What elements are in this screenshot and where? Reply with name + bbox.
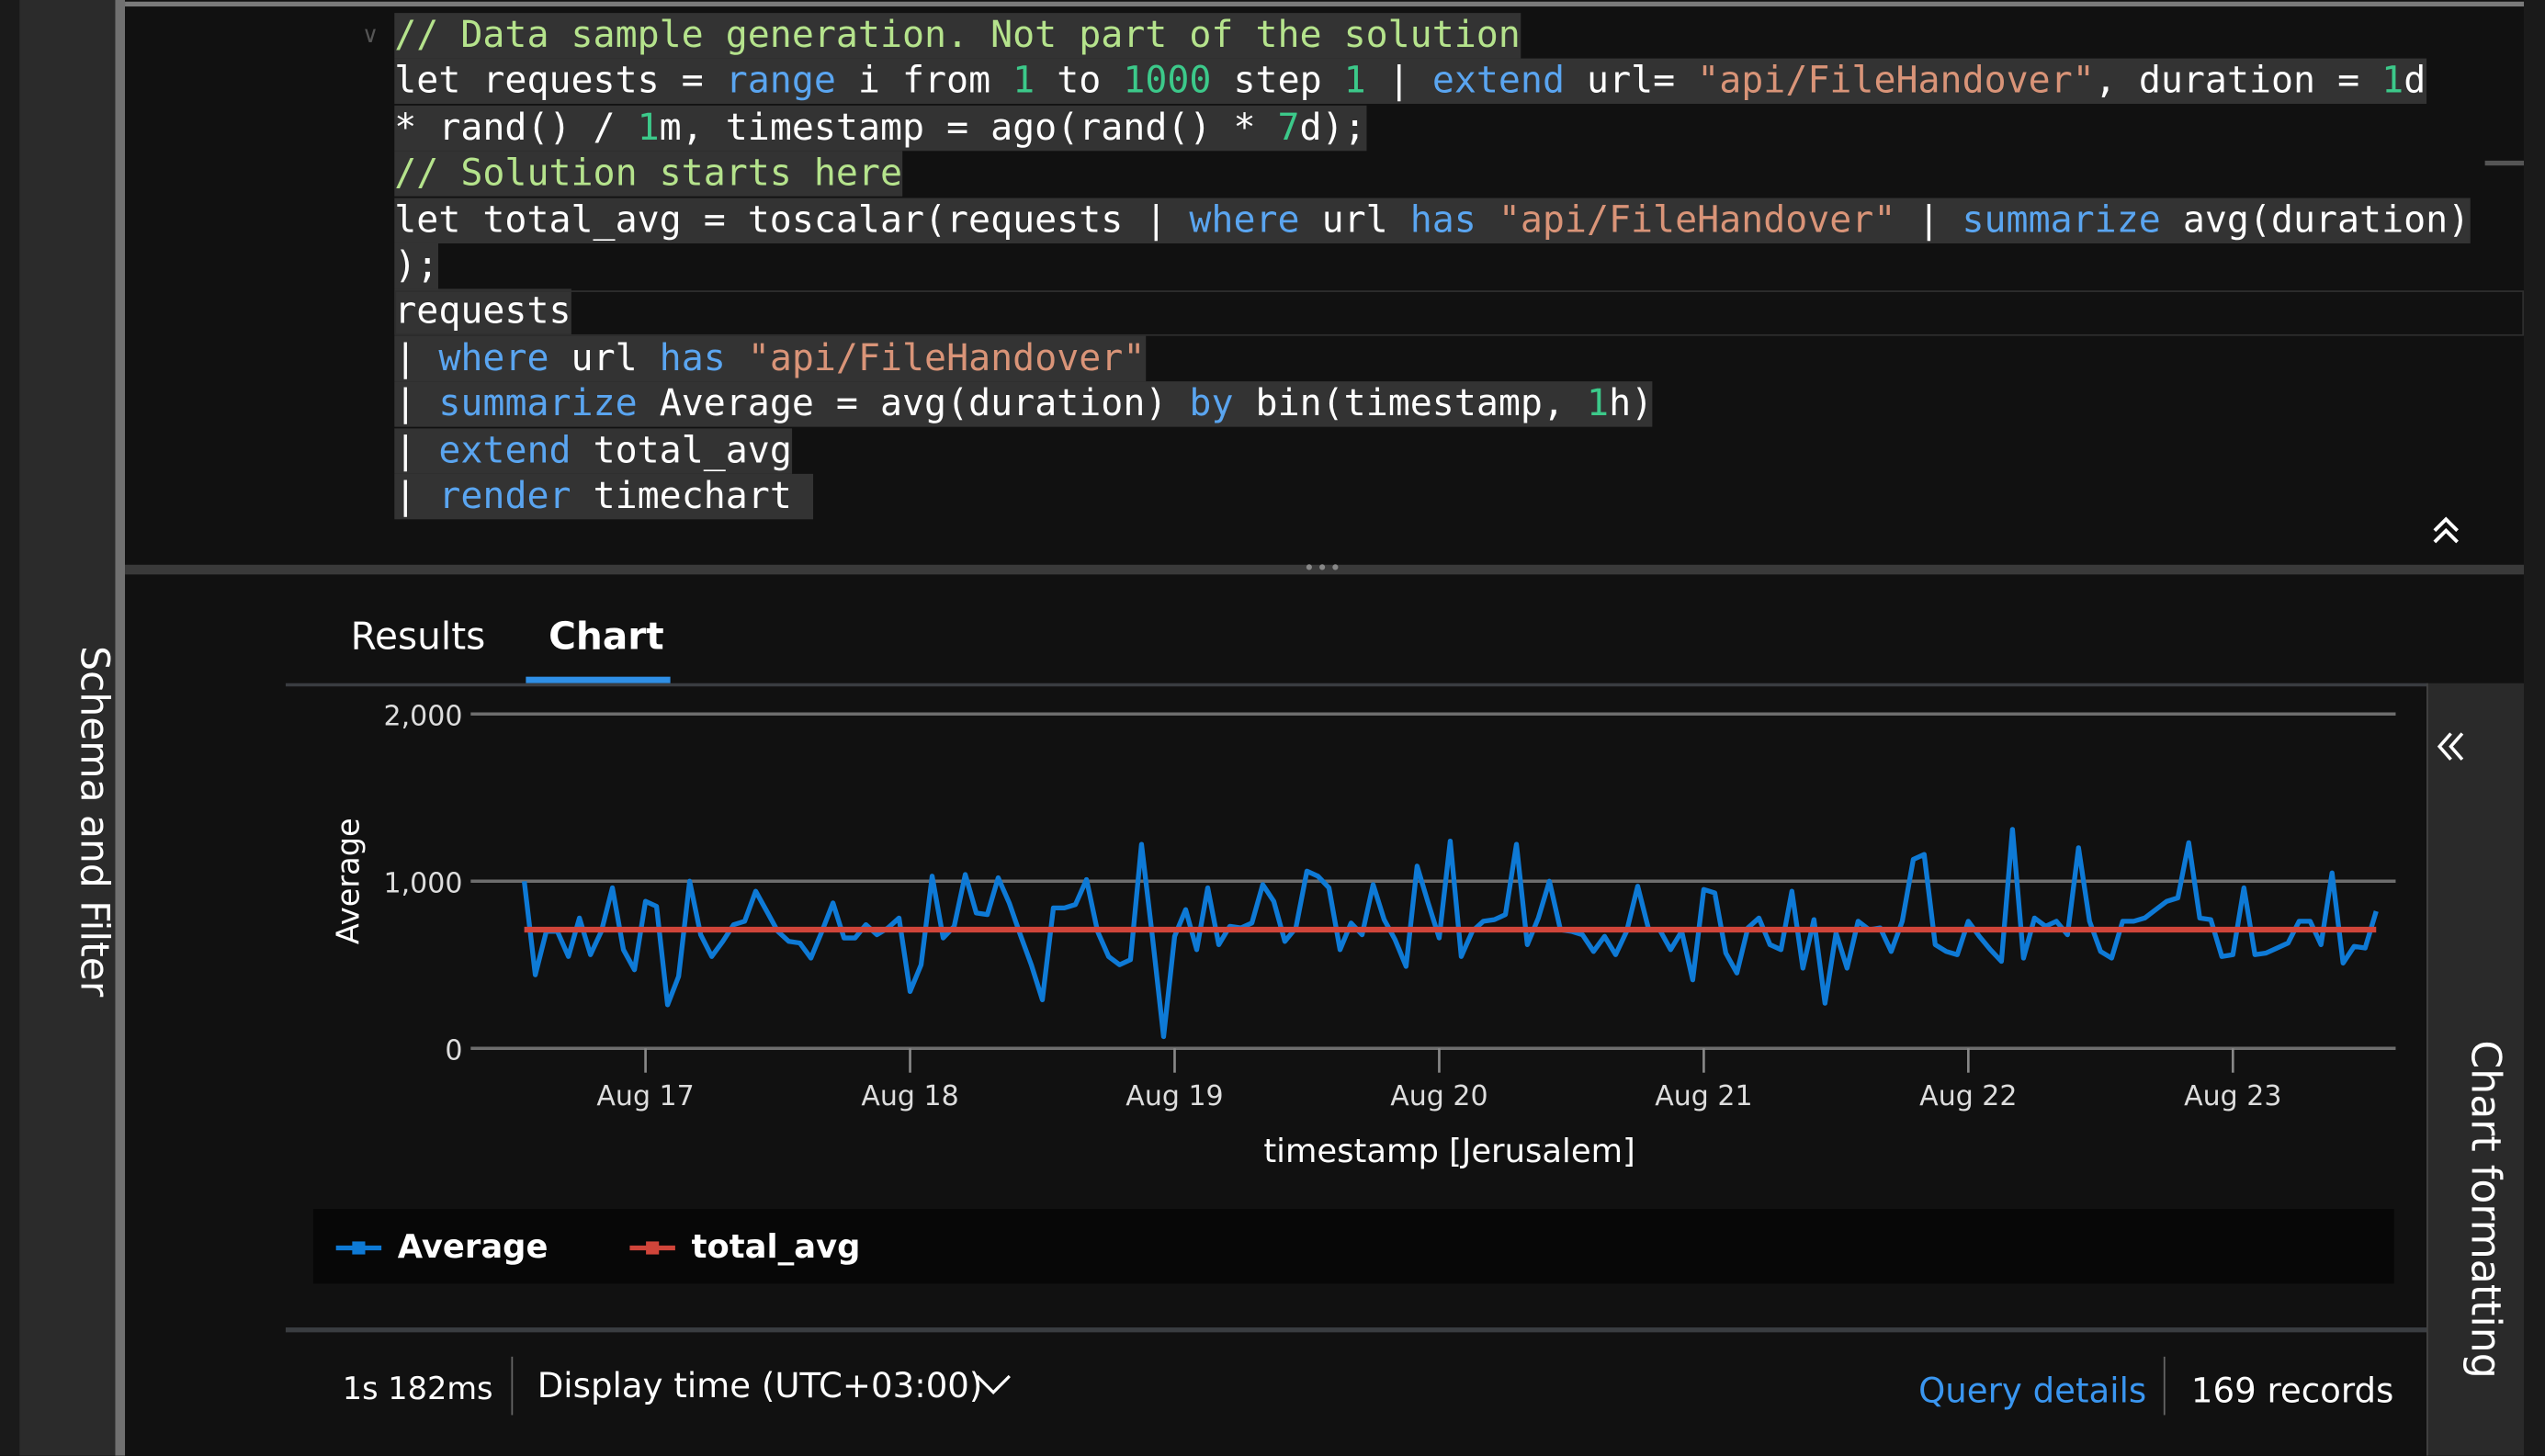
legend-average-swatch bbox=[335, 1241, 382, 1255]
x-tick-label: Aug 17 bbox=[596, 1080, 694, 1112]
records-count: 169 records bbox=[2190, 1371, 2394, 1411]
separator bbox=[511, 1356, 514, 1416]
query-duration: 1s 182ms bbox=[342, 1371, 493, 1407]
separator bbox=[2163, 1356, 2166, 1416]
log-analytics-window: Schema and Filter 1// Data sample genera… bbox=[0, 0, 2545, 1456]
expand-panel-icon[interactable] bbox=[2435, 728, 2467, 764]
query-details-link[interactable]: Query details bbox=[1918, 1371, 2146, 1410]
x-tick-label: Aug 20 bbox=[1390, 1080, 1487, 1112]
series-average-line bbox=[521, 827, 2379, 1040]
x-axis-title: timestamp [Jerusalem] bbox=[1263, 1133, 1634, 1170]
collapse-editor-icon[interactable] bbox=[2428, 513, 2464, 548]
timechart: 2,000 1,000 0 Aug 17 Aug 18 Aug 19 Aug 20 Aug … bbox=[330, 701, 2396, 1170]
chevron-down-icon[interactable] bbox=[974, 1371, 1012, 1397]
chart-formatting-panel[interactable]: Chart formatting bbox=[2426, 683, 2526, 1456]
y-axis-title: Average bbox=[330, 818, 366, 944]
y-tick-label: 2,000 bbox=[384, 701, 463, 733]
legend-total-avg-swatch bbox=[629, 1241, 675, 1255]
right-edge bbox=[2524, 0, 2545, 1456]
chart-formatting-label[interactable]: Chart formatting bbox=[2462, 1040, 2509, 1378]
y-tick-label: 1,000 bbox=[384, 868, 463, 900]
chart-legend bbox=[312, 1209, 2394, 1284]
legend-total-avg[interactable]: total_avg bbox=[692, 1227, 861, 1266]
editor-scrollbar[interactable] bbox=[2484, 160, 2525, 166]
x-tick-label: Aug 23 bbox=[2184, 1080, 2281, 1112]
y-tick-label: 0 bbox=[445, 1035, 462, 1067]
x-tick-label: Aug 22 bbox=[1919, 1080, 2017, 1112]
display-time-dropdown[interactable]: Display time (UTC+03:00) bbox=[537, 1366, 983, 1405]
display-time-label[interactable]: Display time (UTC+03:00) bbox=[537, 1366, 983, 1405]
legend-average[interactable]: Average bbox=[398, 1227, 549, 1266]
x-tick-label: Aug 19 bbox=[1125, 1080, 1223, 1112]
x-tick-label: Aug 21 bbox=[1655, 1080, 1752, 1112]
x-tick-label: Aug 18 bbox=[861, 1080, 958, 1112]
footer-divider bbox=[285, 1327, 2427, 1333]
